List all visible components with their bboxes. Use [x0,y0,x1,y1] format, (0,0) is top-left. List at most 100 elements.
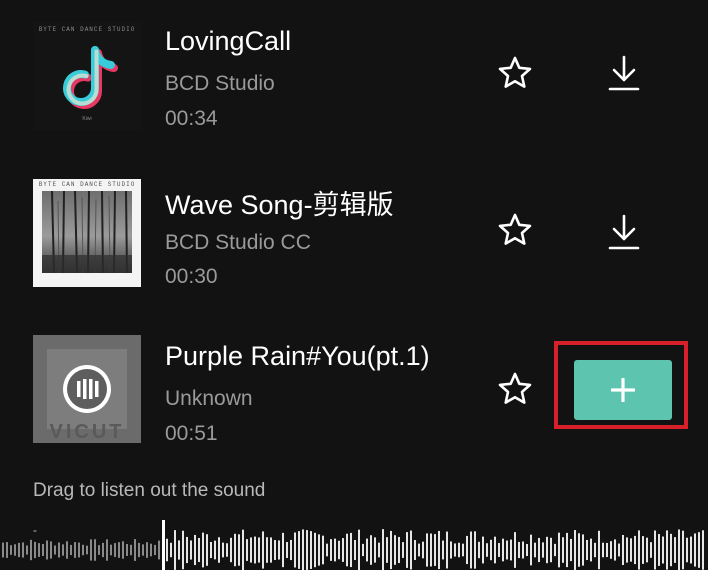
waveform-bar [2,542,4,558]
waveform-bar [154,544,156,556]
waveform-bar [486,543,488,557]
waveform-bar [130,544,132,556]
waveform-bar [58,542,60,558]
waveform-bar [218,537,220,563]
waveform-bar [110,544,112,556]
waveform-bar [470,531,472,569]
waveform-bar [502,538,504,562]
track-item[interactable]: BYTE CAN DANCE STUDIO Wave Song-剪辑版 BCD … [0,179,708,289]
waveform-bar [198,537,200,563]
waveform-bar [186,536,188,564]
waveform-bar [514,532,516,568]
waveform-bar [102,542,104,558]
waveform-bar [410,530,412,570]
waveform-bar [650,542,652,558]
waveform-bar [46,540,48,560]
waveform-bar [322,535,324,565]
waveform-scrubber[interactable]: - [0,518,708,570]
waveform-bar [138,542,140,558]
waveform-bar [318,534,320,566]
playhead[interactable] [162,520,165,570]
waveform-bar [438,530,440,570]
waveform-bar [678,529,680,570]
waveform-bar [222,542,224,558]
highlight-box [554,341,688,429]
waveform-bar [390,530,392,570]
waveform-bar [254,536,256,564]
waveform-bar [330,539,332,561]
waveform-bar [258,537,260,563]
tick-mark: - [33,523,37,537]
waveform-bar [238,534,240,566]
waveform-bar [654,530,656,570]
star-outline-icon[interactable] [497,212,533,248]
waveform-bar [18,542,20,558]
waveform-bar [530,534,532,566]
waveform-bar [378,542,380,558]
waveform-bar [346,533,348,567]
waveform-bar [406,532,408,568]
album-cover: BYTE CAN DANCE STUDIO Kiwi [33,22,141,130]
waveform-bar [302,529,304,570]
waveform-bar [146,542,148,558]
waveform-bar [518,541,520,559]
waveform-bar [266,537,268,563]
waveform-bar [674,537,676,563]
waveform-bar [682,530,684,570]
waveform-bar [638,530,640,570]
track-item[interactable]: VICUT Purple Rain#You(pt.1) Unknown 00:5… [0,335,708,445]
waveform-bar [306,530,308,570]
waveform-bar [62,544,64,556]
waveform-bar [498,543,500,557]
waveform-bar [606,542,608,558]
track-artist: Unknown [165,387,253,410]
waveform-bar [382,529,384,570]
track-item[interactable]: BYTE CAN DANCE STUDIO Kiwi LovingCall BC… [0,22,708,132]
waveform-bar [586,539,588,561]
waveform-bar [414,540,416,560]
waveform-bar [434,534,436,566]
waveform-bar [366,538,368,562]
waveform-bar [38,543,40,557]
waveform-bar [546,536,548,564]
waveform-bar [114,543,116,557]
waveform-bar [126,544,128,556]
waveform-bar [10,545,12,555]
waveform-bar [214,540,216,560]
star-outline-icon[interactable] [497,371,533,407]
star-outline-icon[interactable] [497,55,533,91]
waveform-bar [370,535,372,565]
waveform-bar [298,531,300,569]
waveform-bar [278,540,280,560]
waveform-bar [642,536,644,564]
waveform-bar [574,530,576,570]
waveform-bar [374,537,376,563]
forest-image [42,191,132,273]
waveform-bar [206,534,208,566]
waveform-bar [314,532,316,568]
waveform-bar [86,545,88,555]
waveform-bar [82,544,84,556]
download-icon[interactable] [606,213,642,253]
waveform-bar [358,529,360,570]
waveform-bar [170,542,172,558]
waveform-bar [442,540,444,560]
track-artist: BCD Studio CC [165,231,311,254]
track-title: Purple Rain#You(pt.1) [165,341,430,371]
waveform-bar [310,531,312,569]
track-artist: BCD Studio [165,72,275,95]
download-icon[interactable] [606,54,642,94]
cover-text: BYTE CAN DANCE STUDIO [38,181,136,188]
waveform-bar [418,543,420,557]
waveform-bar [354,539,356,561]
waveform-bar [286,542,288,558]
waveform-bar [526,543,528,557]
waveform-bar [294,532,296,568]
waveform-bar [634,535,636,565]
waveform-bar [150,543,152,557]
waveform-bar [466,535,468,565]
waveform-bar [386,537,388,563]
waveform-bar [42,544,44,556]
waveform-bar [6,542,8,558]
waveform-bar [402,542,404,558]
